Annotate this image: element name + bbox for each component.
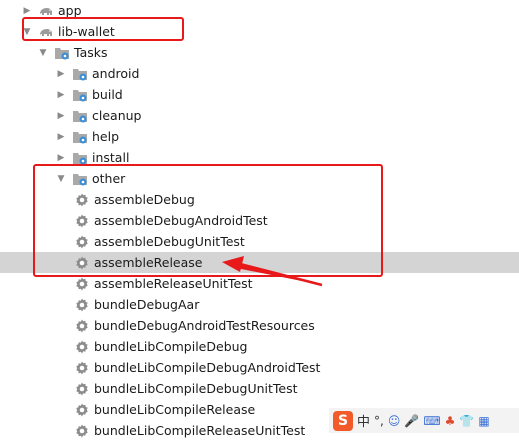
gear-icon [74, 276, 90, 292]
tree-node-bundledebugaar[interactable]: ▶bundleDebugAar [0, 294, 519, 315]
gear-icon [74, 360, 90, 376]
ime-mode[interactable]: 中 [357, 411, 370, 430]
gradle-elephant-icon [38, 24, 54, 40]
tree-node-install[interactable]: ▶ install [0, 147, 519, 168]
tree-node-tasks[interactable]: ▼ Tasks [0, 42, 519, 63]
tree-node-label: cleanup [92, 108, 142, 123]
tree-node-label: bundleLibCompileDebugAndroidTest [94, 360, 321, 375]
gear-icon [74, 339, 90, 355]
gear-icon [74, 318, 90, 334]
expand-arrow-icon[interactable]: ▶ [56, 111, 66, 121]
tree-node-label: app [58, 3, 82, 18]
tree-node-label: assembleRelease [94, 255, 203, 270]
tree-node-assembledebugunittest[interactable]: ▶assembleDebugUnitTest [0, 231, 519, 252]
folder-gear-icon [72, 66, 88, 82]
tree-node-assemblerelease[interactable]: ▶assembleRelease [0, 252, 519, 273]
tree-node-build[interactable]: ▶ build [0, 84, 519, 105]
grid-icon[interactable]: ▦ [478, 414, 489, 428]
tree-node-label: android [92, 66, 140, 81]
tree-node-cleanup[interactable]: ▶ cleanup [0, 105, 519, 126]
folder-gear-icon [72, 129, 88, 145]
keyboard-icon[interactable]: ⌨ [423, 414, 440, 428]
tree-node-bundledebugandroidtestresources[interactable]: ▶bundleDebugAndroidTestResources [0, 315, 519, 336]
expand-arrow-icon[interactable]: ▶ [22, 6, 32, 16]
tree-node-label: bundleLibCompileDebug [94, 339, 248, 354]
gear-icon [74, 402, 90, 418]
tree-node-label: bundleDebugAndroidTestResources [94, 318, 315, 333]
gradle-elephant-icon [38, 3, 54, 19]
tree-node-label: Tasks [74, 45, 108, 60]
collapse-arrow-icon[interactable]: ▼ [22, 27, 32, 37]
tree-node-label: assembleDebugUnitTest [94, 234, 245, 249]
tree-node-lib-wallet[interactable]: ▼ lib-wallet [0, 21, 519, 42]
microphone-icon[interactable]: 🎤 [404, 414, 419, 428]
tree-node-label: bundleDebugAar [94, 297, 200, 312]
tree-node-label: bundleLibCompileRelease [94, 402, 256, 417]
tree-node-other[interactable]: ▼ other [0, 168, 519, 189]
expand-arrow-icon[interactable]: ▶ [56, 90, 66, 100]
tree-node-label: assembleReleaseUnitTest [94, 276, 253, 291]
tree-node-android[interactable]: ▶ android [0, 63, 519, 84]
tree-node-assembledebug[interactable]: ▶assembleDebug [0, 189, 519, 210]
tree-node-label: bundleLibCompileDebugUnitTest [94, 381, 298, 396]
ime-toolbar: S 中 °, ☺ 🎤 ⌨ ♣ 👕 ▦ [329, 408, 519, 433]
folder-gear-icon [72, 108, 88, 124]
folder-gear-icon [72, 150, 88, 166]
skin-icon[interactable]: ♣ [445, 414, 456, 428]
collapse-arrow-icon[interactable]: ▼ [38, 48, 48, 58]
tree-node-bundlelibcompiledebug[interactable]: ▶bundleLibCompileDebug [0, 336, 519, 357]
sogou-logo-icon[interactable]: S [333, 410, 353, 431]
tree-node-bundlelibcompiledebugandroidtest[interactable]: ▶bundleLibCompileDebugAndroidTest [0, 357, 519, 378]
tree-node-label: other [92, 171, 126, 186]
expand-arrow-icon[interactable]: ▶ [56, 132, 66, 142]
tree-node-help[interactable]: ▶ help [0, 126, 519, 147]
punctuation-icon[interactable]: °, [374, 414, 384, 428]
emoji-icon[interactable]: ☺ [388, 414, 401, 428]
tree-node-label: build [92, 87, 123, 102]
tree-node-label: assembleDebug [94, 192, 195, 207]
tree-node-bundlelibcompiledebugunittest[interactable]: ▶bundleLibCompileDebugUnitTest [0, 378, 519, 399]
gear-icon [74, 192, 90, 208]
gear-icon [74, 381, 90, 397]
tree-node-assemblereleaseunittest[interactable]: ▶assembleReleaseUnitTest [0, 273, 519, 294]
expand-arrow-icon[interactable]: ▶ [56, 69, 66, 79]
tree-node-assembledebugandroidtest[interactable]: ▶assembleDebugAndroidTest [0, 210, 519, 231]
tree-node-app[interactable]: ▶ app [0, 0, 519, 21]
gear-icon [74, 255, 90, 271]
gear-icon [74, 297, 90, 313]
expand-arrow-icon[interactable]: ▶ [56, 153, 66, 163]
tree-node-label: install [92, 150, 130, 165]
folder-gear-icon [54, 45, 70, 61]
gear-icon [74, 234, 90, 250]
collapse-arrow-icon[interactable]: ▼ [56, 174, 66, 184]
folder-gear-icon [72, 171, 88, 187]
gear-icon [74, 423, 90, 439]
folder-gear-icon [72, 87, 88, 103]
tree-node-label: help [92, 129, 120, 144]
tree-node-label: assembleDebugAndroidTest [94, 213, 268, 228]
tree-node-label: bundleLibCompileReleaseUnitTest [94, 423, 306, 438]
shirt-icon[interactable]: 👕 [459, 414, 474, 428]
gear-icon [74, 213, 90, 229]
tree-node-label: lib-wallet [58, 24, 115, 39]
